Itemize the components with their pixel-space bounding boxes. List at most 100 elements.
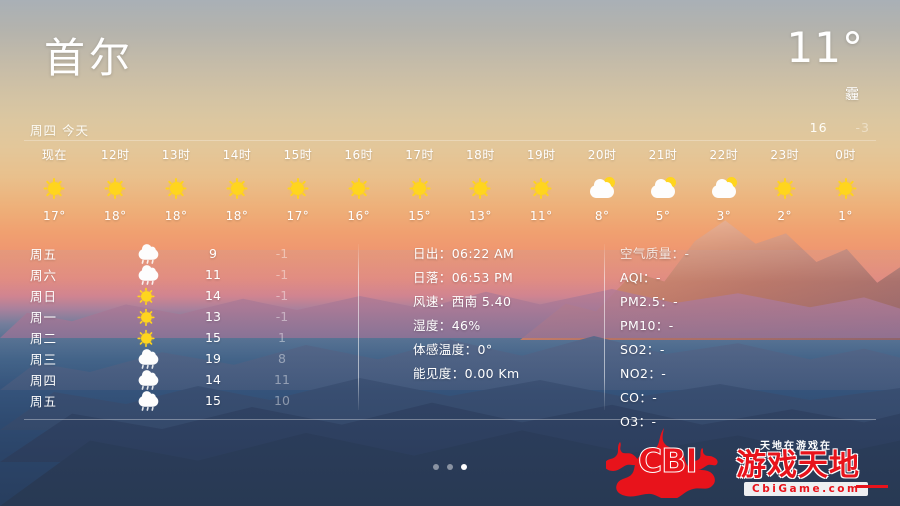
hourly-item[interactable]: 12时 18° — [85, 146, 146, 223]
sun-icon — [222, 175, 252, 201]
hourly-item[interactable]: 现在 17° — [24, 146, 85, 223]
aqi-row: AQI：- — [620, 270, 661, 285]
hour-temperature: 3° — [716, 209, 732, 223]
hourly-item[interactable]: 16时 16° — [328, 146, 389, 223]
hour-label: 13时 — [161, 148, 191, 162]
sun-icon — [831, 175, 861, 201]
hour-weather-icon — [815, 171, 876, 205]
sun-icon — [526, 175, 556, 201]
so2-row: SO2：- — [620, 342, 665, 357]
panel-divider-right — [604, 244, 605, 410]
rain-icon — [136, 369, 159, 390]
hour-label: 21时 — [648, 148, 678, 162]
panel-divider-left — [358, 244, 359, 410]
hour-temperature: 5° — [655, 209, 671, 223]
page-dot[interactable] — [433, 464, 439, 470]
sun-icon — [465, 175, 495, 201]
daily-forecast-list[interactable]: 周五 9 -1 周六 11 -1 周日 14 -1 周一 13 -1 周二 15 1 周三 19 8 周四 14 11 周… — [30, 243, 330, 411]
feels-like-row: 体感温度：0° — [413, 342, 493, 357]
page-dot[interactable] — [447, 464, 453, 470]
day-high: 15 — [205, 393, 221, 408]
hourly-item[interactable]: 22时 3° — [693, 146, 754, 223]
hour-label: 19时 — [526, 148, 556, 162]
air-quality-title: 空气质量：- — [620, 246, 690, 261]
hour-label: 23时 — [770, 148, 800, 162]
sun-icon — [344, 175, 374, 201]
day-weather-icon — [118, 328, 174, 348]
pm25-row: PM2.5：- — [620, 294, 679, 309]
daily-forecast-row[interactable]: 周日 14 -1 — [30, 285, 330, 306]
day-high: 14 — [205, 288, 221, 303]
daily-forecast-row[interactable]: 周五 9 -1 — [30, 243, 330, 264]
current-condition: 霾 — [845, 87, 860, 103]
hourly-item[interactable]: 14时 18° — [207, 146, 268, 223]
day-low: 8 — [278, 351, 286, 366]
hour-label: 18时 — [466, 148, 495, 162]
day-weather-icon — [118, 369, 174, 390]
hour-weather-icon — [267, 171, 328, 205]
day-low: -1 — [275, 267, 289, 282]
hour-weather-icon — [328, 171, 389, 205]
sun-icon — [136, 328, 156, 347]
hour-weather-icon — [389, 171, 450, 205]
hour-weather-icon — [633, 171, 694, 205]
hourly-item[interactable]: 20时 8° — [572, 146, 633, 223]
rain-icon — [136, 264, 159, 285]
hourly-forecast-strip[interactable]: 现在 17° 12时 18° 13时 18° 14时 18° 15时 17° 16时 16° 17时 15… — [24, 146, 876, 223]
page-dot[interactable] — [461, 464, 467, 470]
watermark-brand: CBI — [638, 441, 699, 481]
hourly-item[interactable]: 0时 1° — [815, 146, 876, 223]
visibility-row: 能见度：0.00 Km — [413, 366, 520, 381]
day-name: 周三 — [30, 352, 58, 367]
sun-icon — [283, 175, 313, 201]
daily-forecast-row[interactable]: 周一 13 -1 — [30, 306, 330, 327]
hour-label: 17时 — [405, 148, 434, 162]
day-name: 周六 — [30, 268, 58, 283]
hour-label: 现在 — [41, 148, 67, 162]
hourly-item[interactable]: 23时 2° — [754, 146, 815, 223]
hour-label: 12时 — [100, 148, 130, 162]
hour-temperature: 15° — [408, 209, 431, 223]
sun-icon — [770, 175, 800, 201]
air-quality-panel: 空气质量：- AQI：- PM2.5：- PM10：- SO2：- NO2：- … — [620, 243, 800, 435]
hour-temperature: 17° — [286, 209, 310, 223]
hour-temperature: 11° — [529, 209, 553, 223]
hour-weather-icon — [24, 171, 85, 205]
hourly-item[interactable]: 17时 15° — [389, 146, 450, 223]
daily-forecast-row[interactable]: 周三 19 8 — [30, 348, 330, 369]
today-label: 周四 今天 — [30, 123, 89, 138]
today-low: -3 — [855, 120, 870, 135]
rain-icon — [136, 243, 159, 264]
watermark-brand-cn: 游戏天地 — [736, 448, 860, 483]
hour-weather-icon — [572, 171, 633, 205]
hour-label: 15时 — [283, 148, 313, 162]
daily-forecast-row[interactable]: 周五 15 10 — [30, 390, 330, 411]
day-weather-icon — [118, 390, 174, 411]
no2-row: NO2：- — [620, 366, 667, 381]
day-high: 13 — [205, 309, 221, 324]
hourly-item[interactable]: 18时 13° — [450, 146, 511, 223]
partly-cloudy-icon — [587, 175, 617, 201]
hour-temperature: 2° — [777, 209, 793, 223]
current-temperature: 11° — [786, 23, 864, 72]
day-weather-icon — [118, 243, 174, 264]
daily-forecast-row[interactable]: 周二 15 1 — [30, 327, 330, 348]
daily-forecast-row[interactable]: 周六 11 -1 — [30, 264, 330, 285]
today-high-low: 16 -3 — [810, 120, 870, 135]
day-high: 15 — [205, 330, 221, 345]
day-high: 9 — [209, 246, 217, 261]
hour-temperature: 18° — [225, 209, 249, 223]
hourly-item[interactable]: 21时 5° — [633, 146, 694, 223]
partly-cloudy-icon — [648, 175, 678, 201]
hourly-item[interactable]: 19时 11° — [511, 146, 572, 223]
wind-row: 风速：西南 5.40 — [413, 294, 512, 309]
sunrise-row: 日出：06:22 AM — [413, 246, 515, 261]
co-row: CO：- — [620, 390, 658, 405]
day-name: 周五 — [30, 247, 58, 262]
hour-weather-icon — [450, 171, 511, 205]
daily-forecast-row[interactable]: 周四 14 11 — [30, 369, 330, 390]
hourly-item[interactable]: 15时 17° — [267, 146, 328, 223]
day-name: 周四 — [30, 373, 58, 388]
hourly-item[interactable]: 13时 18° — [146, 146, 207, 223]
sun-icon — [405, 175, 435, 201]
